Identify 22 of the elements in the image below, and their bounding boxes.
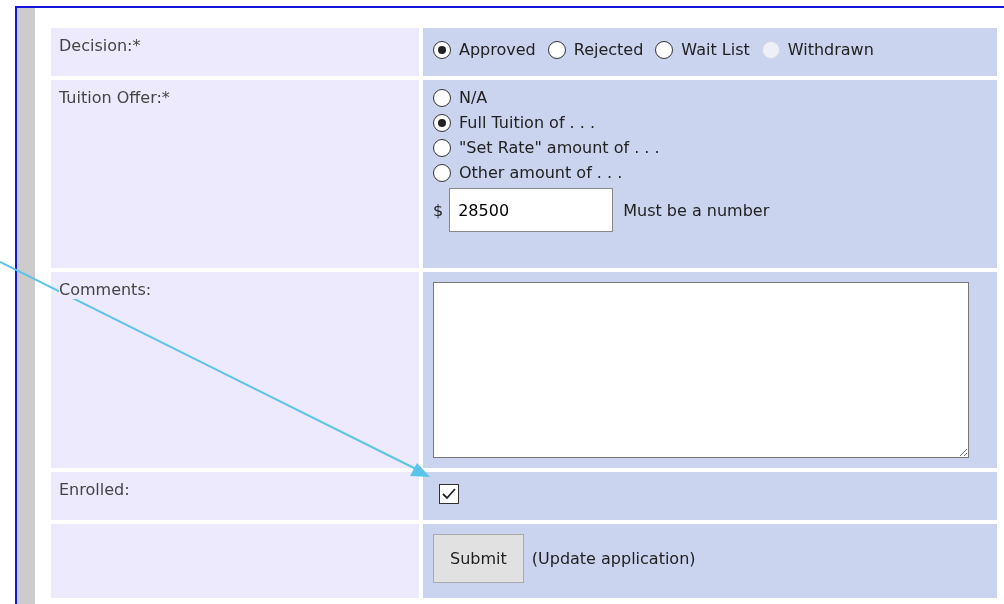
radio-option[interactable]: Rejected (547, 40, 644, 59)
radio-button[interactable] (433, 113, 451, 132)
radio-option[interactable]: N/A (433, 88, 981, 107)
radio-button[interactable] (433, 163, 451, 182)
radio-option[interactable]: "Set Rate" amount of . . . (433, 138, 981, 157)
hint-text: Must be a number (623, 200, 770, 220)
submit-button[interactable]: Submit (433, 534, 524, 583)
checkbox[interactable] (439, 484, 459, 504)
button-note: (Update application) (531, 549, 696, 568)
currency-symbol: $ (433, 200, 444, 220)
radio-option[interactable]: Other amount of . . . (433, 163, 981, 182)
comments-field[interactable] (433, 282, 969, 458)
radio-option[interactable]: Full Tuition of . . . (433, 113, 981, 132)
radio-button[interactable] (547, 40, 566, 59)
radio-button[interactable] (655, 40, 674, 59)
radio-button[interactable] (433, 40, 451, 59)
field-label: Comments: (59, 280, 152, 299)
radio-option[interactable]: Approved (433, 40, 536, 59)
radio-button[interactable] (433, 138, 451, 157)
radio-option[interactable]: Wait List (655, 40, 750, 59)
amount-field[interactable]: 28500 (449, 188, 614, 232)
radio-button[interactable] (433, 88, 451, 107)
